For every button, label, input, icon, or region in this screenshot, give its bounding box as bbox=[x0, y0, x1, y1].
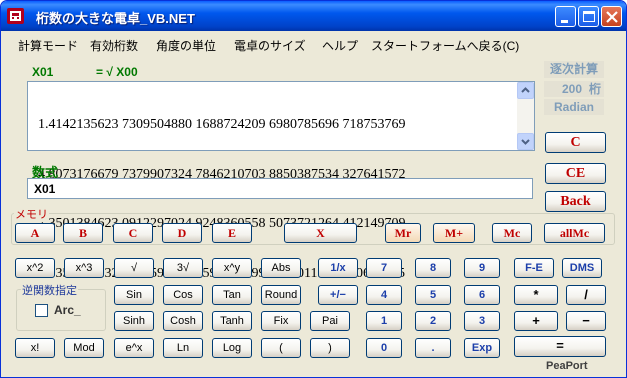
tan-button[interactable]: Tan bbox=[212, 285, 252, 305]
minus-button[interactable]: − bbox=[566, 311, 606, 331]
menu-back-to-start[interactable]: スタートフォームへ戻る(C) bbox=[371, 37, 519, 54]
fix-button[interactable]: Fix bbox=[261, 311, 301, 331]
abs-button[interactable]: Abs bbox=[261, 258, 301, 278]
title-bar[interactable]: 桁数の大きな電卓_VB.NET bbox=[1, 1, 626, 31]
result-scrollbar[interactable] bbox=[517, 82, 534, 150]
memory-clear-button[interactable]: Mc bbox=[492, 223, 532, 243]
digit-5-button[interactable]: 5 bbox=[415, 285, 451, 305]
menu-significant-digits[interactable]: 有効桁数 bbox=[90, 37, 138, 54]
chevron-down-icon bbox=[521, 139, 530, 145]
memory-clear-all-button[interactable]: allMc bbox=[544, 223, 605, 243]
exponent-button[interactable]: Exp bbox=[464, 338, 500, 358]
divide-button[interactable]: / bbox=[566, 285, 606, 305]
expression-input[interactable]: X01 bbox=[27, 178, 533, 199]
sinh-button[interactable]: Sinh bbox=[114, 311, 154, 331]
scroll-up-button[interactable] bbox=[517, 82, 534, 99]
result-lines: 1.4142135623 7309504880 1688724209 69807… bbox=[38, 84, 406, 315]
clear-button[interactable]: C bbox=[545, 132, 606, 153]
result-var-label: X01 bbox=[32, 65, 54, 79]
maximize-button[interactable] bbox=[578, 6, 599, 27]
digit-7-button[interactable]: 7 bbox=[366, 258, 402, 278]
exp-e-button[interactable]: e^x bbox=[114, 338, 154, 358]
digit-1-button[interactable]: 1 bbox=[366, 311, 402, 331]
calc-mode-indicator: 逐次計算 bbox=[544, 61, 604, 78]
plus-button[interactable]: + bbox=[514, 311, 558, 331]
window-title: 桁数の大きな電卓_VB.NET bbox=[36, 11, 195, 26]
sqrt-button[interactable]: √ bbox=[114, 258, 154, 278]
cube-root-button[interactable]: 3√ bbox=[163, 258, 203, 278]
tanh-button[interactable]: Tanh bbox=[212, 311, 252, 331]
memory-d-button[interactable]: D bbox=[162, 223, 202, 243]
maximize-icon bbox=[583, 11, 595, 22]
menu-help[interactable]: ヘルプ bbox=[322, 37, 358, 54]
inverse-label: 逆関数指定 bbox=[21, 282, 78, 298]
result-formula-label: = √ X00 bbox=[96, 65, 138, 79]
ln-button[interactable]: Ln bbox=[163, 338, 203, 358]
menu-angle-unit[interactable]: 角度の単位 bbox=[156, 37, 216, 54]
clear-entry-button[interactable]: CE bbox=[545, 163, 606, 184]
close-button[interactable] bbox=[601, 6, 622, 27]
app-icon bbox=[7, 8, 24, 24]
dms-button[interactable]: DMS bbox=[562, 258, 602, 278]
digit-9-button[interactable]: 9 bbox=[464, 258, 500, 278]
fixed-exponent-button[interactable]: F-E bbox=[514, 258, 554, 278]
decimal-point-button[interactable]: . bbox=[415, 338, 451, 358]
open-paren-button[interactable]: ( bbox=[261, 338, 301, 358]
memory-x-button[interactable]: X bbox=[284, 223, 357, 243]
multiply-button[interactable]: * bbox=[514, 285, 558, 305]
square-button[interactable]: x^2 bbox=[15, 258, 55, 278]
cosh-button[interactable]: Cosh bbox=[163, 311, 203, 331]
memory-label: メモリ bbox=[14, 206, 49, 222]
calculator-window: 桁数の大きな電卓_VB.NET 計算モード 有効桁数 角度の単位 電卓のサイズ … bbox=[0, 0, 627, 378]
sin-button[interactable]: Sin bbox=[114, 285, 154, 305]
pi-button[interactable]: Pai bbox=[310, 311, 350, 331]
negate-button[interactable]: +/− bbox=[318, 285, 358, 305]
cube-button[interactable]: x^3 bbox=[64, 258, 104, 278]
mod-button[interactable]: Mod bbox=[64, 338, 104, 358]
minimize-icon bbox=[561, 20, 568, 23]
digit-3-button[interactable]: 3 bbox=[464, 311, 500, 331]
chevron-up-icon bbox=[521, 87, 530, 93]
scroll-down-button[interactable] bbox=[517, 133, 534, 150]
memory-e-button[interactable]: E bbox=[212, 223, 252, 243]
cos-button[interactable]: Cos bbox=[163, 285, 203, 305]
digit-6-button[interactable]: 6 bbox=[464, 285, 500, 305]
menu-calc-mode[interactable]: 計算モード bbox=[18, 37, 78, 54]
memory-b-button[interactable]: B bbox=[63, 223, 103, 243]
digit-2-button[interactable]: 2 bbox=[415, 311, 451, 331]
result-display[interactable]: 1.4142135623 7309504880 1688724209 69807… bbox=[27, 81, 535, 281]
close-icon bbox=[606, 11, 618, 23]
factorial-button[interactable]: x! bbox=[15, 338, 55, 358]
close-paren-button[interactable]: ) bbox=[310, 338, 350, 358]
memory-add-button[interactable]: M+ bbox=[433, 223, 475, 243]
arc-checkbox[interactable] bbox=[35, 304, 48, 317]
brand-label: PeaPort bbox=[546, 360, 588, 372]
equals-button[interactable]: = bbox=[514, 336, 606, 357]
menu-calc-size[interactable]: 電卓のサイズ bbox=[234, 37, 306, 54]
memory-a-button[interactable]: A bbox=[15, 223, 55, 243]
log-button[interactable]: Log bbox=[212, 338, 252, 358]
minimize-button[interactable] bbox=[555, 6, 576, 27]
round-button[interactable]: Round bbox=[261, 285, 301, 305]
digits-unit: 桁 bbox=[589, 82, 602, 96]
digit-0-button[interactable]: 0 bbox=[366, 338, 402, 358]
power-button[interactable]: x^y bbox=[212, 258, 252, 278]
arc-checkbox-label[interactable]: Arc_ bbox=[54, 303, 81, 317]
menu-bar: 計算モード 有効桁数 角度の単位 電卓のサイズ ヘルプ スタートフォームへ戻る(… bbox=[4, 32, 623, 55]
digit-8-button[interactable]: 8 bbox=[415, 258, 451, 278]
digit-4-button[interactable]: 4 bbox=[366, 285, 402, 305]
memory-c-button[interactable]: C bbox=[113, 223, 153, 243]
backspace-button[interactable]: Back bbox=[545, 191, 606, 212]
result-line: 1.4142135623 7309504880 1688724209 69807… bbox=[38, 117, 406, 132]
angle-unit-indicator: Radian bbox=[544, 99, 604, 115]
reciprocal-button[interactable]: 1/x bbox=[318, 258, 358, 278]
memory-recall-button[interactable]: Mr bbox=[385, 223, 421, 243]
